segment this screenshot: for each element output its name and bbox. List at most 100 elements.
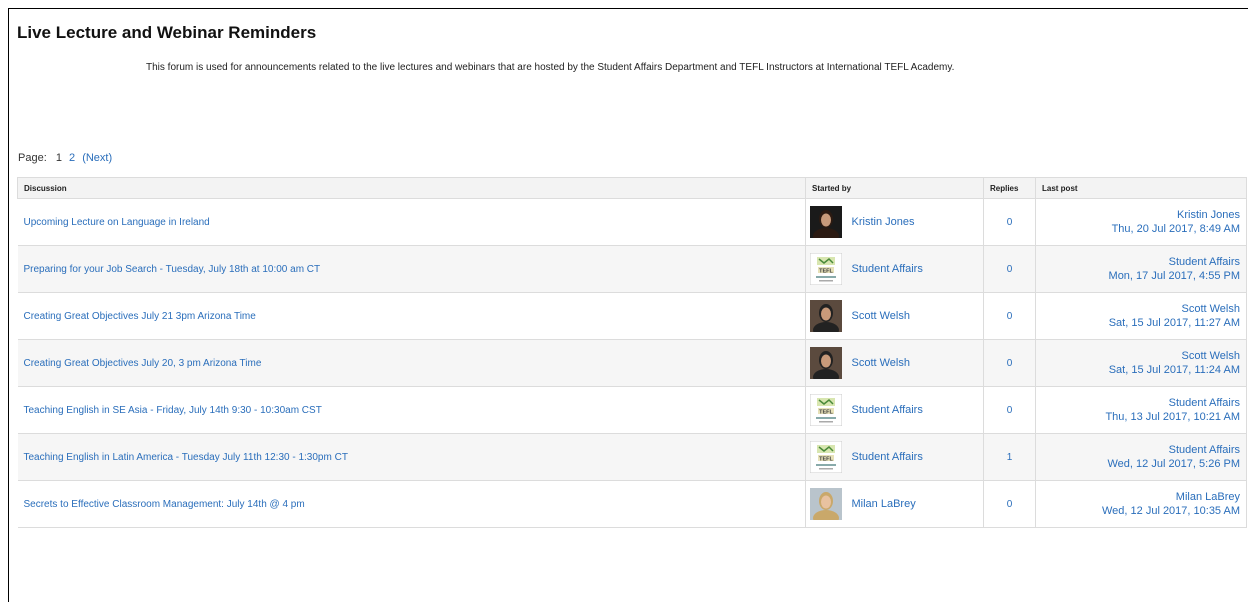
table-row: Preparing for your Job Search - Tuesday,… xyxy=(17,245,1247,293)
last-post-date-link[interactable]: Sat, 15 Jul 2017, 11:24 AM xyxy=(1042,363,1240,377)
last-post-author-link[interactable]: Student Affairs xyxy=(1042,443,1240,457)
table-row: Upcoming Lecture on Language in Ireland … xyxy=(17,198,1247,246)
author-picture-cell xyxy=(805,292,846,340)
replies-count[interactable]: 0 xyxy=(1007,264,1013,275)
author-link[interactable]: Kristin Jones xyxy=(852,216,915,228)
author-picture-cell: TEFL xyxy=(805,386,846,434)
replies-count[interactable]: 0 xyxy=(1007,499,1013,510)
discussion-link[interactable]: Preparing for your Job Search - Tuesday,… xyxy=(24,264,321,275)
author-picture-cell xyxy=(805,339,846,387)
replies-count[interactable]: 1 xyxy=(1007,452,1013,463)
page-2-link[interactable]: 2 xyxy=(69,152,75,164)
replies-count[interactable]: 0 xyxy=(1007,405,1013,416)
discussion-link[interactable]: Creating Great Objectives July 20, 3 pm … xyxy=(24,358,262,369)
user-avatar[interactable] xyxy=(810,347,846,379)
replies-cell: 0 xyxy=(983,198,1036,246)
header-discussion[interactable]: Discussion xyxy=(17,177,806,199)
table-row: Creating Great Objectives July 21 3pm Ar… xyxy=(17,292,1247,340)
last-post-cell: Student Affairs Mon, 17 Jul 2017, 4:55 P… xyxy=(1035,245,1247,293)
svg-text:TEFL: TEFL xyxy=(819,269,833,275)
replies-count[interactable]: 0 xyxy=(1007,311,1013,322)
replies-cell: 0 xyxy=(983,339,1036,387)
last-post-cell: Scott Welsh Sat, 15 Jul 2017, 11:24 AM xyxy=(1035,339,1247,387)
table-row: Teaching English in Latin America - Tues… xyxy=(17,433,1247,481)
discussion-cell: Creating Great Objectives July 20, 3 pm … xyxy=(17,339,806,387)
last-post-cell: Kristin Jones Thu, 20 Jul 2017, 8:49 AM xyxy=(1035,198,1247,246)
tefl-logo-avatar[interactable]: TEFL xyxy=(810,253,846,285)
forum-title: Live Lecture and Webinar Reminders xyxy=(17,23,317,42)
last-post-date-link[interactable]: Sat, 15 Jul 2017, 11:27 AM xyxy=(1042,316,1240,330)
last-post-author-link[interactable]: Scott Welsh xyxy=(1042,349,1241,363)
header-replies[interactable]: Replies xyxy=(983,177,1036,199)
forum-intro: This forum is used for announcements rel… xyxy=(146,62,955,73)
last-post-author-link[interactable]: Milan LaBrey xyxy=(1042,490,1240,504)
pagination: Page: 1 2 (Next) xyxy=(18,152,116,164)
discussion-link[interactable]: Creating Great Objectives July 21 3pm Ar… xyxy=(24,311,256,322)
last-post-date-link[interactable]: Wed, 12 Jul 2017, 10:35 AM xyxy=(1042,504,1240,518)
last-post-cell: Scott Welsh Sat, 15 Jul 2017, 11:27 AM xyxy=(1035,292,1247,340)
page-1-current: 1 xyxy=(55,152,62,164)
discussion-cell: Teaching English in SE Asia - Friday, Ju… xyxy=(17,386,806,434)
last-post-author-link[interactable]: Scott Welsh xyxy=(1042,302,1241,316)
table-row: Secrets to Effective Classroom Managemen… xyxy=(17,480,1247,528)
author-picture-cell xyxy=(805,198,846,246)
author-picture-cell: TEFL xyxy=(805,245,846,293)
last-post-date-link[interactable]: Thu, 13 Jul 2017, 10:21 AM xyxy=(1042,410,1240,424)
discussion-link[interactable]: Teaching English in SE Asia - Friday, Ju… xyxy=(24,405,322,416)
discussion-cell: Teaching English in Latin America - Tues… xyxy=(17,433,806,481)
author-cell: Milan LaBrey xyxy=(845,480,984,528)
author-link[interactable]: Scott Welsh xyxy=(852,357,911,369)
author-cell: Scott Welsh xyxy=(845,339,984,387)
discussion-cell: Secrets to Effective Classroom Managemen… xyxy=(17,480,806,528)
header-started-by[interactable]: Started by xyxy=(805,177,984,199)
author-cell: Scott Welsh xyxy=(845,292,984,340)
discussion-link[interactable]: Teaching English in Latin America - Tues… xyxy=(24,452,348,463)
author-link[interactable]: Student Affairs xyxy=(852,451,923,463)
author-picture-cell xyxy=(805,480,846,528)
next-page-link[interactable]: (Next) xyxy=(82,152,112,164)
last-post-cell: Student Affairs Thu, 13 Jul 2017, 10:21 … xyxy=(1035,386,1247,434)
author-picture-cell: TEFL xyxy=(805,433,846,481)
discussion-table: Discussion Started by Replies Last post … xyxy=(17,177,1247,528)
replies-cell: 0 xyxy=(983,245,1036,293)
author-link[interactable]: Milan LaBrey xyxy=(852,498,916,510)
paging-label: Page: xyxy=(18,152,47,164)
discussion-cell: Upcoming Lecture on Language in Ireland xyxy=(17,198,806,246)
svg-text:TEFL: TEFL xyxy=(819,457,833,463)
last-post-date-link[interactable]: Thu, 20 Jul 2017, 8:49 AM xyxy=(1042,222,1240,236)
tefl-logo-avatar[interactable]: TEFL xyxy=(810,441,846,473)
last-post-author-link[interactable]: Student Affairs xyxy=(1042,255,1240,269)
table-row: Teaching English in SE Asia - Friday, Ju… xyxy=(17,386,1247,434)
discussion-link[interactable]: Upcoming Lecture on Language in Ireland xyxy=(24,217,210,228)
author-cell: Student Affairs xyxy=(845,245,984,293)
author-cell: Student Affairs xyxy=(845,386,984,434)
author-link[interactable]: Scott Welsh xyxy=(852,310,911,322)
replies-cell: 0 xyxy=(983,386,1036,434)
replies-count[interactable]: 0 xyxy=(1007,358,1013,369)
discussion-cell: Creating Great Objectives July 21 3pm Ar… xyxy=(17,292,806,340)
author-link[interactable]: Student Affairs xyxy=(852,263,923,275)
table-row: Creating Great Objectives July 20, 3 pm … xyxy=(17,339,1247,387)
user-avatar[interactable] xyxy=(810,300,846,332)
table-header-row: Discussion Started by Replies Last post xyxy=(17,177,1247,199)
last-post-cell: Milan LaBrey Wed, 12 Jul 2017, 10:35 AM xyxy=(1035,480,1247,528)
replies-cell: 0 xyxy=(983,292,1036,340)
header-last-post[interactable]: Last post xyxy=(1035,177,1247,199)
discussion-link[interactable]: Secrets to Effective Classroom Managemen… xyxy=(24,499,305,510)
last-post-date-link[interactable]: Mon, 17 Jul 2017, 4:55 PM xyxy=(1042,269,1240,283)
author-link[interactable]: Student Affairs xyxy=(852,404,923,416)
discussion-cell: Preparing for your Job Search - Tuesday,… xyxy=(17,245,806,293)
last-post-author-link[interactable]: Student Affairs xyxy=(1042,396,1240,410)
replies-count[interactable]: 0 xyxy=(1007,217,1013,228)
user-avatar[interactable] xyxy=(810,206,846,238)
last-post-author-link[interactable]: Kristin Jones xyxy=(1042,208,1240,222)
replies-cell: 1 xyxy=(983,433,1036,481)
author-cell: Kristin Jones xyxy=(845,198,984,246)
svg-text:TEFL: TEFL xyxy=(819,410,833,416)
tefl-logo-avatar[interactable]: TEFL xyxy=(810,394,846,426)
user-avatar[interactable] xyxy=(810,488,846,520)
author-cell: Student Affairs xyxy=(845,433,984,481)
last-post-date-link[interactable]: Wed, 12 Jul 2017, 5:26 PM xyxy=(1042,457,1241,471)
last-post-cell: Student Affairs Wed, 12 Jul 2017, 5:26 P… xyxy=(1035,433,1247,481)
replies-cell: 0 xyxy=(983,480,1036,528)
